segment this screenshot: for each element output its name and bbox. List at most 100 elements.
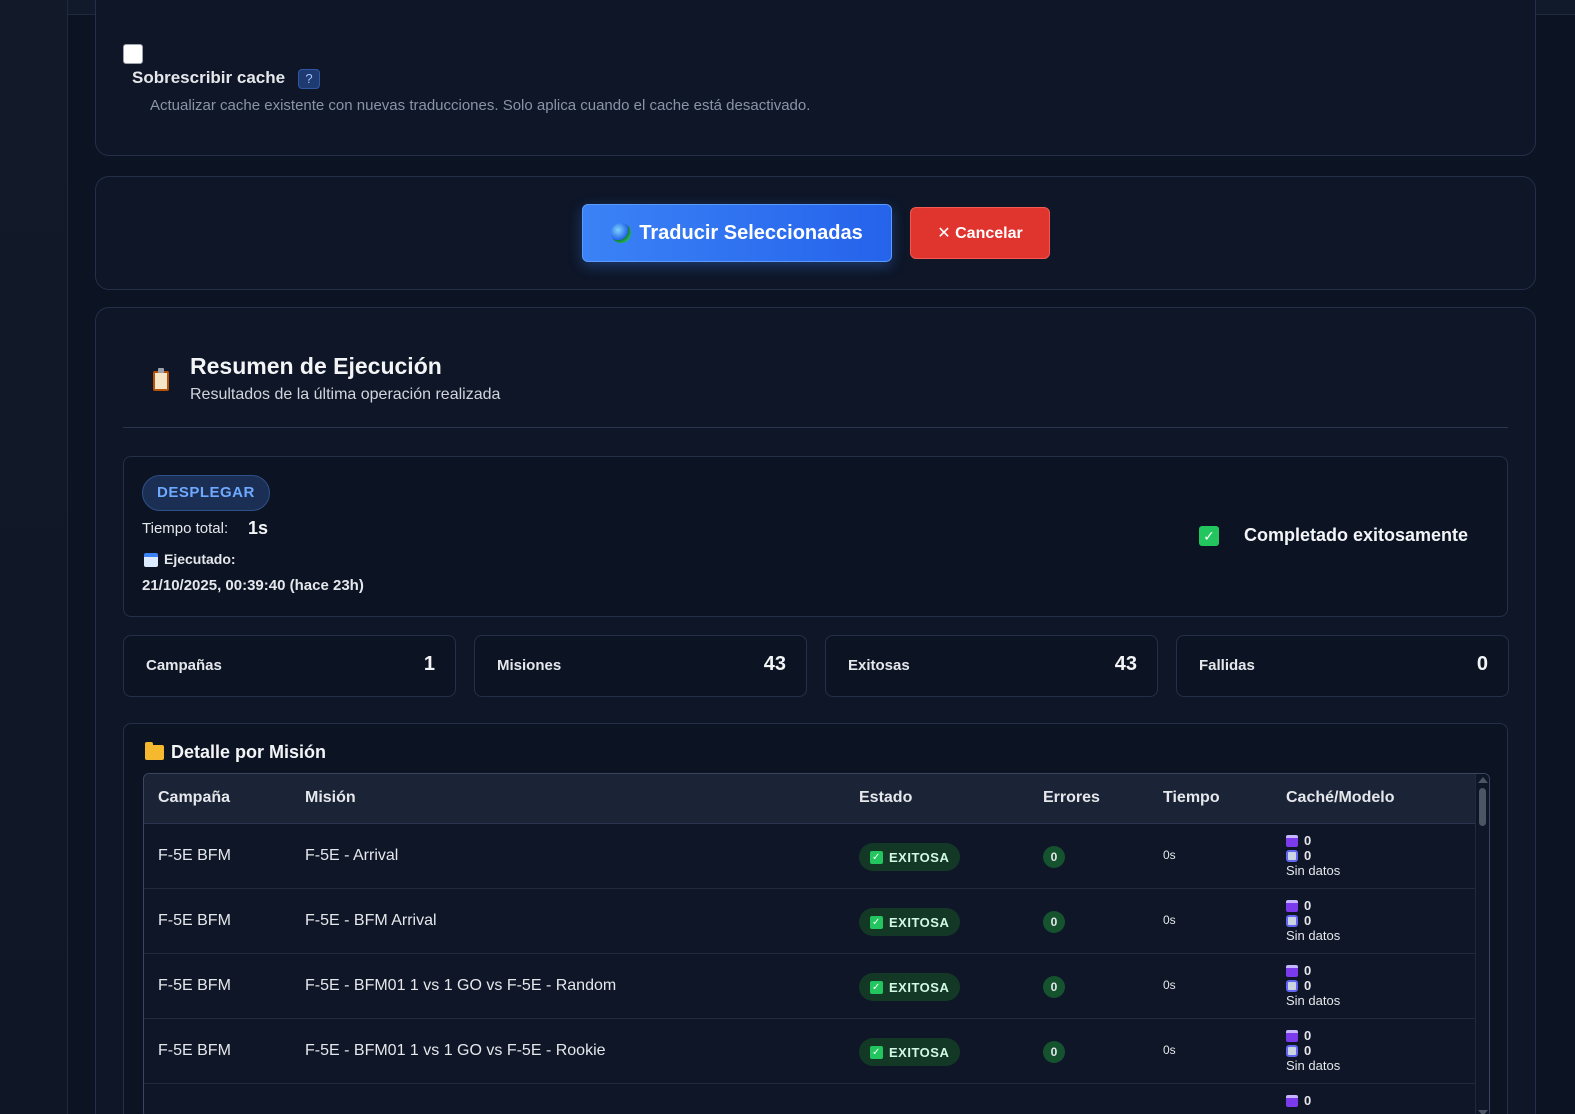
cell-campaign: F-5E BFM: [158, 912, 231, 929]
mission-table: Campaña Misión Estado Errores Tiempo Cac…: [143, 773, 1490, 1114]
robot-icon: [1286, 979, 1298, 992]
floppy-disk-icon: [1286, 834, 1298, 847]
stat-failed: Fallidas 0: [1176, 635, 1509, 697]
cell-time: 0s: [1163, 1043, 1176, 1057]
folder-icon: [145, 742, 164, 760]
stat-label: Fallidas: [1199, 657, 1255, 674]
scroll-down-arrow-icon[interactable]: [1478, 1110, 1488, 1114]
scroll-thumb[interactable]: [1479, 788, 1486, 826]
executed-label: Ejecutado:: [164, 551, 236, 567]
check-icon: ✓: [870, 1045, 883, 1059]
stat-label: Campañas: [146, 657, 222, 674]
success-check-icon: ✓: [1199, 526, 1219, 546]
stat-value: 43: [1114, 653, 1137, 675]
stat-campaigns: Campañas 1: [123, 635, 456, 697]
clipboard-icon: [153, 368, 169, 391]
cell-mission: F-5E - BFM01 1 vs 1 GO vs F-5E - Random: [305, 977, 617, 994]
status-badge-label: EXITOSA: [889, 1044, 950, 1060]
model-count: 0: [1304, 848, 1312, 863]
summary-subtitle: Resultados de la última operación realiz…: [190, 386, 501, 403]
cancel-button[interactable]: ✕ Cancelar: [910, 207, 1050, 259]
total-time-value: 1s: [248, 518, 269, 538]
no-data-text: Sin datos: [1286, 863, 1341, 878]
overwrite-cache-description: Actualizar cache existente con nuevas tr…: [150, 97, 811, 114]
column-header-errors: Errores: [1043, 789, 1100, 806]
status-badge: ✓ EXITOSA: [859, 843, 961, 871]
execution-status-box: DESPLEGAR Tiempo total: 1s Ejecutado: 21…: [123, 456, 1508, 617]
mission-detail-box: Detalle por Misión Campaña Misión Estado…: [123, 723, 1508, 1114]
detail-title: Detalle por Misión: [171, 742, 327, 762]
stat-successful: Exitosas 43: [825, 635, 1158, 697]
floppy-disk-icon: [1286, 1029, 1298, 1042]
floppy-disk-icon: [1286, 899, 1298, 912]
robot-icon: [1286, 1044, 1298, 1057]
cell-cache-model: 0 0 Sin datos: [1286, 1028, 1340, 1073]
mode-badge: DESPLEGAR: [142, 475, 270, 511]
status-badge-label: EXITOSA: [889, 979, 950, 995]
status-badge: ✓ EXITOSA: [859, 973, 961, 1001]
help-icon[interactable]: ?: [298, 69, 320, 89]
table-header: Campaña Misión Estado Errores Tiempo Cac…: [144, 774, 1476, 824]
cell-cache-model: 0 0 Sin datos: [1286, 898, 1340, 943]
execution-summary-card: Resumen de Ejecución Resultados de la úl…: [95, 307, 1536, 1114]
no-data-text: Sin datos: [1286, 993, 1341, 1008]
stat-label: Misiones: [497, 657, 562, 674]
table-row[interactable]: F-5E BFM F-5E - Arrival ✓ EXITOSA 0 0s 0…: [144, 824, 1476, 889]
error-count: 0: [1043, 911, 1065, 933]
table-row[interactable]: 0: [144, 1084, 1476, 1114]
scroll-up-arrow-icon[interactable]: [1478, 777, 1488, 783]
robot-icon: [1286, 914, 1298, 927]
status-badge-label: EXITOSA: [889, 849, 950, 865]
no-data-text: Sin datos: [1286, 928, 1341, 943]
divider: [123, 427, 1508, 428]
check-icon: ✓: [870, 850, 883, 864]
cell-time: 0s: [1163, 913, 1176, 927]
cell-campaign: F-5E BFM: [158, 977, 231, 994]
error-count: 0: [1043, 976, 1065, 998]
stat-value: 43: [763, 653, 786, 675]
cell-cache-model: 0 0 Sin datos: [1286, 833, 1340, 878]
status-badge: ✓ EXITOSA: [859, 908, 961, 936]
translate-selected-button[interactable]: Traducir Seleccionadas: [582, 204, 892, 262]
stat-missions: Misiones 43: [474, 635, 807, 697]
status-badge: ✓ EXITOSA: [859, 1038, 961, 1066]
sidebar-rail: [0, 0, 68, 1114]
cell-campaign: F-5E BFM: [158, 847, 231, 864]
calendar-icon: [144, 553, 158, 567]
cache-count: 0: [1304, 963, 1312, 978]
table-row[interactable]: F-5E BFM F-5E - BFM01 1 vs 1 GO vs F-5E …: [144, 1019, 1476, 1084]
stat-value: 1: [423, 653, 435, 675]
cell-mission: F-5E - BFM01 1 vs 1 GO vs F-5E - Rookie: [305, 1042, 606, 1059]
cache-count: 0: [1304, 833, 1312, 848]
column-header-time: Tiempo: [1163, 789, 1220, 806]
cancel-label: ✕ Cancelar: [937, 225, 1023, 242]
model-count: 0: [1304, 913, 1312, 928]
error-count: 0: [1043, 1041, 1065, 1063]
table-scrollbar[interactable]: [1475, 774, 1489, 1114]
column-header-status: Estado: [859, 789, 913, 806]
cell-mission: F-5E - BFM Arrival: [305, 912, 437, 929]
actions-card: Traducir Seleccionadas ✕ Cancelar: [95, 176, 1536, 290]
cell-cache-model: 0: [1286, 1093, 1311, 1108]
executed-date: 21/10/2025, 00:39:40 (hace 23h): [142, 577, 364, 594]
globe-icon: [611, 223, 632, 243]
column-header-mission: Misión: [305, 789, 356, 806]
status-text: Completado exitosamente: [1244, 525, 1469, 545]
table-row[interactable]: F-5E BFM F-5E - BFM Arrival ✓ EXITOSA 0 …: [144, 889, 1476, 954]
status-badge-label: EXITOSA: [889, 914, 950, 930]
no-data-text: Sin datos: [1286, 1058, 1341, 1073]
column-header-cache-model: Caché/Modelo: [1286, 789, 1395, 806]
overwrite-cache-checkbox[interactable]: [123, 44, 143, 64]
error-count: 0: [1043, 846, 1065, 868]
column-header-campaign: Campaña: [158, 789, 231, 806]
floppy-disk-icon: [1286, 964, 1298, 977]
stat-label: Exitosas: [848, 657, 910, 674]
cell-campaign: F-5E BFM: [158, 1042, 231, 1059]
summary-title: Resumen de Ejecución: [190, 353, 442, 379]
cache-count: 0: [1304, 1093, 1312, 1108]
cell-time: 0s: [1163, 848, 1176, 862]
table-row[interactable]: F-5E BFM F-5E - BFM01 1 vs 1 GO vs F-5E …: [144, 954, 1476, 1019]
robot-icon: [1286, 849, 1298, 862]
main-content: Sobrescribir cache ? Actualizar cache ex…: [68, 0, 1575, 1114]
cache-count: 0: [1304, 898, 1312, 913]
